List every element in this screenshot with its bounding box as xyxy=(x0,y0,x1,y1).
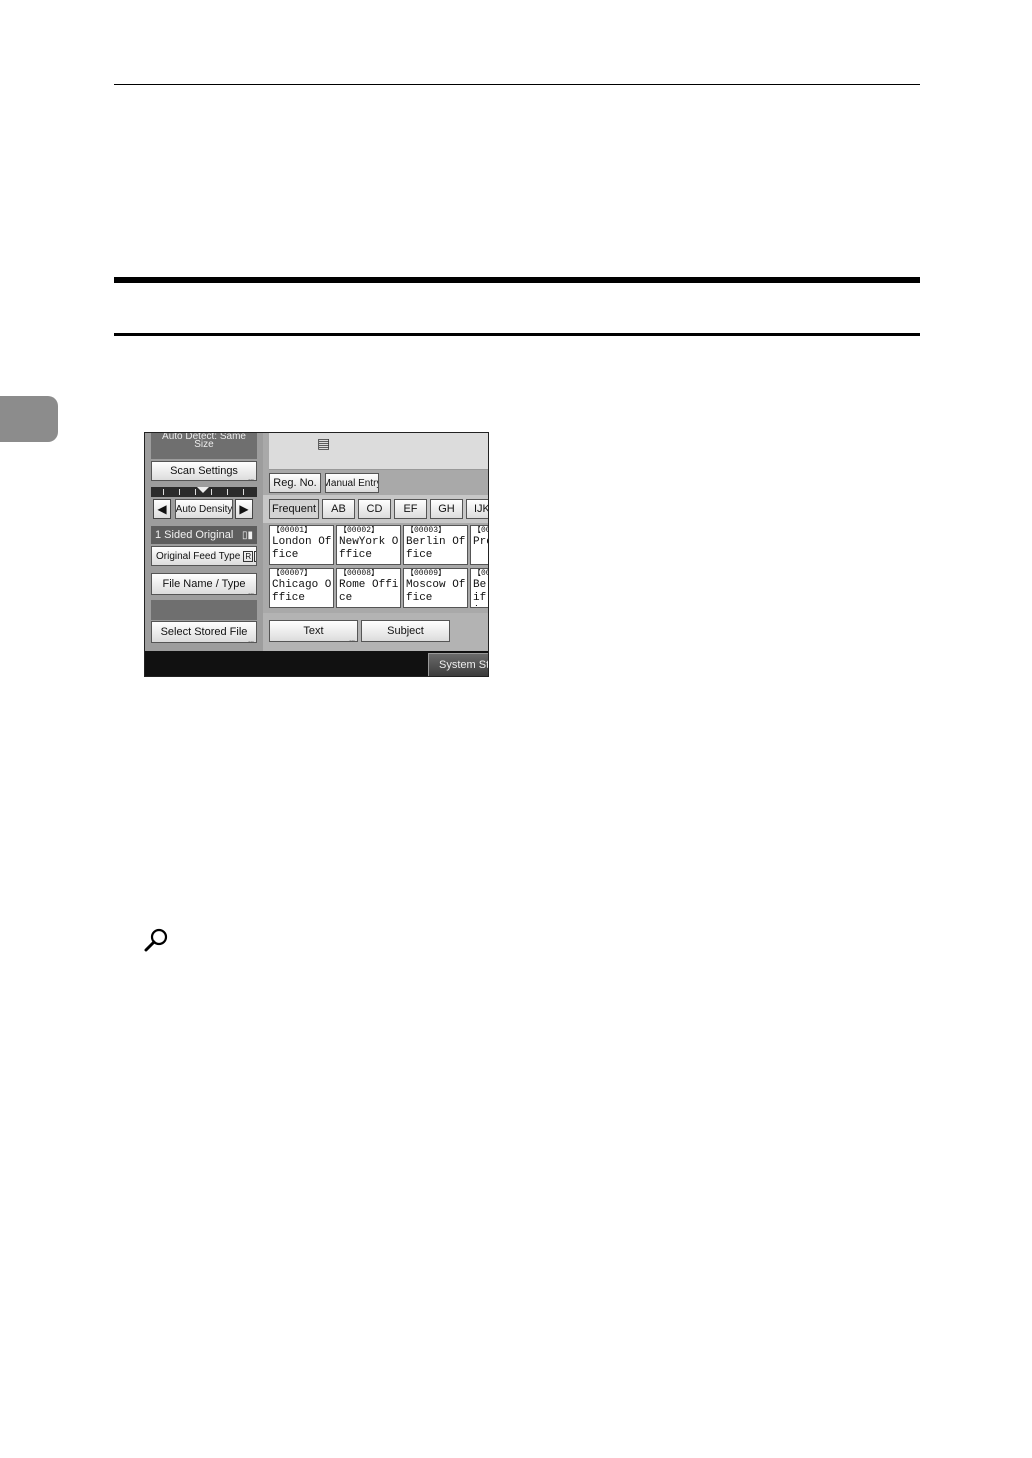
auto-density-button[interactable]: Auto Density xyxy=(175,499,233,519)
chapter-tab xyxy=(0,396,58,442)
select-stored-file-button[interactable]: Select Stored File xyxy=(151,621,257,643)
file-name-type-button[interactable]: File Name / Type xyxy=(151,573,257,595)
scan-settings-button[interactable]: Scan Settings xyxy=(151,461,257,481)
preview-area: ▤ xyxy=(269,433,488,470)
stored-file-area xyxy=(151,600,257,620)
destination-key[interactable]: 【0000Pro xyxy=(470,525,488,565)
section-rule-thick xyxy=(114,277,920,283)
feed-orientation-icon: R xyxy=(254,550,256,562)
feed-orientation-icon: R xyxy=(243,550,254,562)
destination-key[interactable]: 【00002】 NewYork Office xyxy=(336,525,401,565)
tab-ab[interactable]: AB xyxy=(322,499,355,519)
section-rule-thin xyxy=(114,333,920,336)
destination-key[interactable]: 【00008】 Rome Office xyxy=(336,568,401,608)
destination-column: ▤ Reg. No. Manual Entry Frequent AB CD E… xyxy=(263,433,488,651)
text-button[interactable]: Text xyxy=(269,620,358,642)
original-feed-type-button[interactable]: Original Feed Type R R xyxy=(151,546,257,566)
reg-no-button[interactable]: Reg. No. xyxy=(269,473,321,493)
auto-detect-status: Auto Detect: Same Size xyxy=(151,433,257,459)
tab-frequent[interactable]: Frequent xyxy=(269,499,319,519)
manual-entry-button[interactable]: Manual Entry xyxy=(325,473,379,493)
destination-key[interactable]: 【000Beifi xyxy=(470,568,488,608)
tab-cd[interactable]: CD xyxy=(358,499,391,519)
destination-key[interactable]: 【00001】 London Office xyxy=(269,525,334,565)
original-feed-type-label: Original Feed Type xyxy=(156,550,241,562)
scanner-panel-screenshot: Auto Detect: Same Size Scan Settings ◀ A… xyxy=(144,432,489,677)
destination-key[interactable]: 【00007】 Chicago Office xyxy=(269,568,334,608)
density-darker-button[interactable]: ▶ xyxy=(235,499,253,519)
density-scale xyxy=(151,487,257,497)
reference-magnifier-icon xyxy=(144,928,168,952)
header-rule xyxy=(114,84,920,85)
destination-key[interactable]: 【00003】 Berlin Office xyxy=(403,525,468,565)
density-lighter-button[interactable]: ◀ xyxy=(153,499,171,519)
document-icon: ▤ xyxy=(317,435,331,451)
tab-ef[interactable]: EF xyxy=(394,499,427,519)
duplex-icon: ▯▮ xyxy=(241,529,253,541)
sided-original-label: 1 Sided Original xyxy=(155,529,234,541)
system-status-button[interactable]: System Status xyxy=(428,653,488,676)
subject-button[interactable]: Subject xyxy=(361,620,450,642)
destination-key[interactable]: 【00009】 Moscow Office xyxy=(403,568,468,608)
left-settings-column: Auto Detect: Same Size Scan Settings ◀ A… xyxy=(145,433,263,651)
tab-ijk[interactable]: IJK xyxy=(466,499,488,519)
density-indicator-icon xyxy=(197,487,209,493)
tab-gh[interactable]: GH xyxy=(430,499,463,519)
sided-original-button[interactable]: 1 Sided Original ▯▮ xyxy=(151,526,257,544)
